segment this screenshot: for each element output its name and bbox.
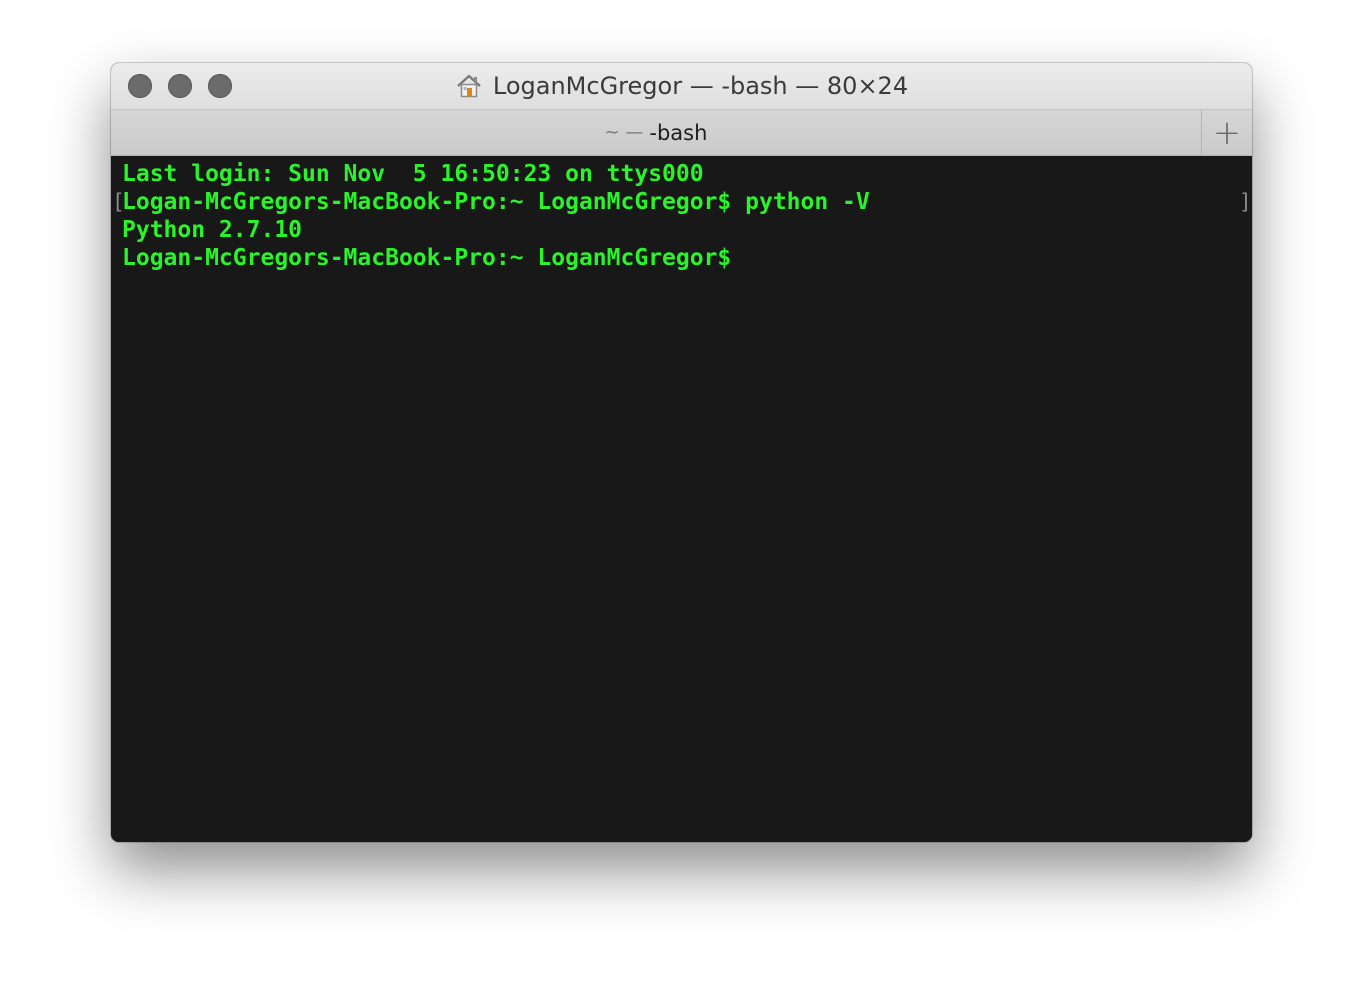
tab-bash[interactable]: ~ — -bash <box>111 110 1201 155</box>
terminal-line: Python 2.7.10 <box>122 217 303 243</box>
tab-bar: ~ — -bash + <box>111 110 1252 156</box>
terminal-line: Logan-McGregors-MacBook-Pro:~ LoganMcGre… <box>122 245 732 271</box>
window-title-text: LoganMcGregor — -bash — 80×24 <box>492 72 909 100</box>
title-bar[interactable]: LoganMcGregor — -bash — 80×24 <box>111 63 1252 110</box>
mark-close: ] <box>1239 190 1252 214</box>
tab-prefix: ~ — <box>604 122 644 143</box>
tab-label: -bash <box>649 120 708 145</box>
terminal-line: Logan-McGregors-MacBook-Pro:~ LoganMcGre… <box>122 189 870 215</box>
home-icon <box>455 72 483 100</box>
new-tab-button[interactable]: + <box>1201 110 1252 155</box>
terminal-window: LoganMcGregor — -bash — 80×24 ~ — -bash … <box>111 63 1252 842</box>
terminal-line: Last login: Sun Nov 5 16:50:23 on ttys00… <box>122 161 704 187</box>
terminal-output[interactable]: Last login: Sun Nov 5 16:50:23 on ttys00… <box>111 156 1252 842</box>
desktop: LoganMcGregor — -bash — 80×24 ~ — -bash … <box>0 0 1364 1002</box>
window-title: LoganMcGregor — -bash — 80×24 <box>111 63 1252 109</box>
